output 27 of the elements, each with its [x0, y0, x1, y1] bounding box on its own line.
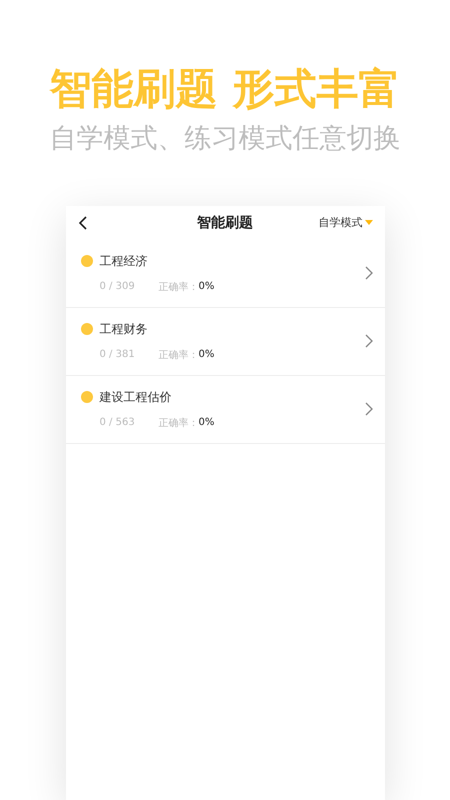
progress-count: 0 / 563: [100, 417, 136, 428]
subtitle: 自学模式、练习模式任意切换: [50, 124, 400, 154]
subject-name: 工程财务: [100, 320, 148, 338]
chevron-right-icon: [364, 334, 372, 348]
screen-title: 智能刷题: [197, 214, 253, 232]
progress-count: 0 / 381: [100, 349, 136, 360]
accuracy-label: 正确率：: [158, 280, 198, 294]
caret-icon: [364, 220, 372, 226]
subject-row[interactable]: 工程财务 0 / 381 正确率：0%: [66, 308, 384, 376]
accuracy-label: 正确率：: [158, 348, 198, 362]
accuracy-value: 0%: [198, 417, 214, 428]
subject-row[interactable]: 工程经济 0 / 309 正确率：0%: [66, 240, 384, 308]
accuracy-value: 0%: [198, 349, 214, 360]
subject-name: 工程经济: [100, 252, 148, 270]
status-dot: [80, 255, 92, 268]
status-dot: [80, 391, 92, 404]
chevron-right-icon: [364, 266, 372, 280]
back-icon[interactable]: [78, 216, 88, 230]
progress-count: 0 / 309: [100, 281, 136, 292]
accuracy-value: 0%: [198, 281, 214, 292]
status-dot: [80, 323, 92, 336]
accuracy-label: 正确率：: [158, 416, 198, 430]
subject-name: 建设工程估价: [100, 388, 172, 406]
headline: 智能刷题 形式丰富: [50, 66, 400, 112]
subject-row[interactable]: 建设工程估价 0 / 563 正确率：0%: [66, 376, 384, 444]
chevron-right-icon: [364, 402, 372, 416]
mode-dropdown[interactable]: 自学模式: [318, 215, 372, 230]
